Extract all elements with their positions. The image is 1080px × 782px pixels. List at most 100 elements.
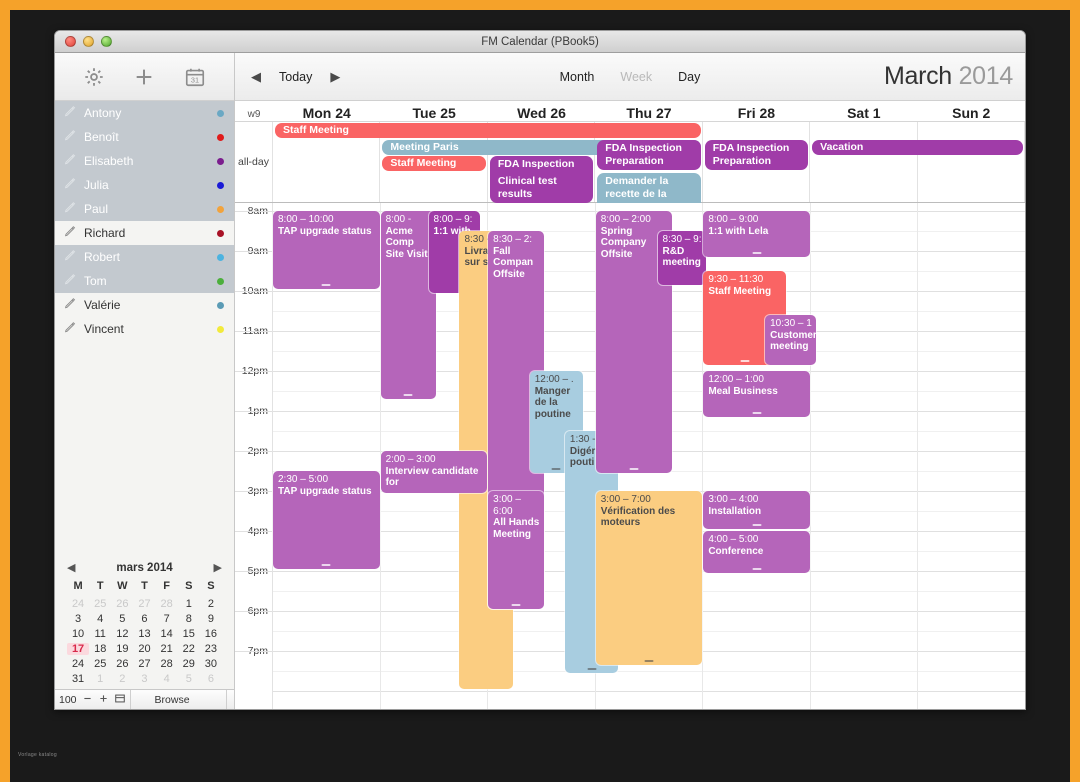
event-resize-handle[interactable]	[321, 564, 331, 566]
mini-calendar-day[interactable]: 13	[133, 628, 155, 640]
person-color-dot[interactable]	[217, 205, 224, 213]
mini-calendar-day[interactable]: 1	[89, 673, 111, 685]
mini-calendar-day[interactable]: 4	[89, 613, 111, 625]
mini-calendar-day[interactable]: 27	[133, 658, 155, 670]
all-day-event[interactable]: Vacation	[812, 139, 1023, 155]
toggle-sidebar-icon[interactable]	[114, 693, 126, 707]
event-resize-handle[interactable]	[752, 252, 762, 254]
day-column-3[interactable]: 8:00 – 2:00 Spring Company Offsite 8:30 – …	[595, 203, 706, 709]
day-header-5[interactable]: Sat 1	[810, 105, 917, 121]
plus-icon[interactable]	[133, 66, 155, 88]
event-resize-handle[interactable]	[644, 660, 654, 662]
event-resize-handle[interactable]	[587, 668, 597, 670]
mini-calendar-day[interactable]: 8	[178, 613, 200, 625]
pencil-icon[interactable]	[63, 129, 77, 146]
day-column-5[interactable]	[810, 203, 919, 709]
day-header-1[interactable]: Tue 25	[380, 105, 487, 121]
person-color-dot[interactable]	[217, 253, 224, 261]
mini-calendar-day[interactable]: 4	[156, 673, 178, 685]
person-color-dot[interactable]	[217, 181, 224, 189]
mini-calendar-day[interactable]: 18	[89, 643, 111, 655]
event-resize-handle[interactable]	[752, 524, 762, 526]
mini-calendar-day[interactable]: 21	[156, 643, 178, 655]
day-header-2[interactable]: Wed 26	[488, 105, 595, 121]
calendar-31-icon[interactable]: 31	[184, 66, 206, 88]
mini-calendar-day[interactable]: 9	[200, 613, 222, 625]
mini-calendar-day[interactable]: 5	[111, 613, 133, 625]
person-row-benoît[interactable]: Benoît	[55, 125, 234, 149]
mini-calendar-day[interactable]: 25	[89, 658, 111, 670]
pencil-icon[interactable]	[63, 273, 77, 290]
event-resize-handle[interactable]	[740, 360, 750, 362]
mini-calendar-day[interactable]: 24	[67, 658, 89, 670]
pencil-icon[interactable]	[63, 321, 77, 338]
day-header-6[interactable]: Sun 2	[918, 105, 1025, 121]
mini-calendar-day[interactable]: 5	[178, 673, 200, 685]
pencil-icon[interactable]	[63, 201, 77, 218]
mini-calendar-day[interactable]: 16	[200, 628, 222, 640]
person-row-elisabeth[interactable]: Elisabeth	[55, 149, 234, 173]
today-button[interactable]: Today	[279, 70, 312, 84]
day-column-4[interactable]: 8:00 – 9:00 1:1 with Lela 9:30 – 11:30 Staf…	[703, 203, 817, 709]
pencil-icon[interactable]	[63, 105, 77, 122]
prev-week-button[interactable]: ◀	[251, 69, 261, 85]
calendar-event[interactable]: 2:00 – 3:00 Interview candidate for	[380, 451, 488, 493]
all-day-event[interactable]: FDA Inspection Preparation	[597, 139, 701, 170]
mini-calendar-day[interactable]: 12	[111, 628, 133, 640]
event-resize-handle[interactable]	[551, 468, 561, 470]
mini-calendar-day[interactable]: 28	[156, 658, 178, 670]
person-color-dot[interactable]	[217, 133, 224, 141]
all-day-event[interactable]: Staff Meeting	[275, 123, 701, 138]
person-row-paul[interactable]: Paul	[55, 197, 234, 221]
calendar-event[interactable]: 4:00 – 5:00 Conference	[703, 531, 810, 573]
pencil-icon[interactable]	[63, 153, 77, 170]
mini-calendar-day[interactable]: 31	[67, 673, 89, 685]
event-resize-handle[interactable]	[752, 568, 762, 570]
mini-calendar-day[interactable]: 20	[133, 643, 155, 655]
mini-calendar-day[interactable]: 10	[67, 628, 89, 640]
mini-calendar-day[interactable]: 23	[200, 643, 222, 655]
mini-calendar-day[interactable]: 25	[89, 598, 111, 610]
mini-calendar-day[interactable]: 2	[200, 598, 222, 610]
mini-calendar-day[interactable]: 6	[200, 673, 222, 685]
next-week-button[interactable]: ▶	[330, 69, 340, 85]
mini-calendar-day[interactable]: 26	[111, 658, 133, 670]
view-tab-week[interactable]: Week	[620, 70, 652, 84]
person-color-dot[interactable]	[217, 229, 224, 237]
person-color-dot[interactable]	[217, 157, 224, 165]
person-row-richard[interactable]: Richard	[55, 221, 234, 245]
mini-calendar-day[interactable]: 15	[178, 628, 200, 640]
pencil-icon[interactable]	[63, 249, 77, 266]
event-resize-handle[interactable]	[511, 604, 521, 606]
day-header-3[interactable]: Thu 27	[595, 105, 702, 121]
event-resize-handle[interactable]	[403, 394, 413, 396]
calendar-event[interactable]: 2:30 – 5:00 TAP upgrade status	[273, 471, 380, 569]
view-tab-day[interactable]: Day	[678, 70, 700, 84]
pencil-icon[interactable]	[63, 225, 77, 242]
event-resize-handle[interactable]	[321, 284, 331, 286]
person-row-antony[interactable]: Antony	[55, 101, 234, 125]
person-color-dot[interactable]	[217, 109, 224, 117]
mini-calendar-day[interactable]: 14	[156, 628, 178, 640]
calendar-event[interactable]: 8:00 – 9:00 1:1 with Lela	[703, 211, 810, 257]
pencil-icon[interactable]	[63, 177, 77, 194]
calendar-event[interactable]: 3:00 – 4:00 Installation	[703, 491, 810, 529]
mini-calendar-today[interactable]: 17	[67, 643, 90, 655]
day-header-4[interactable]: Fri 28	[703, 105, 810, 121]
pencil-icon[interactable]	[63, 297, 77, 314]
mini-calendar-day[interactable]: 7	[156, 613, 178, 625]
zoom-out-icon[interactable]	[82, 693, 93, 707]
event-resize-handle[interactable]	[629, 468, 639, 470]
mini-calendar-prev-arrow[interactable]: ◀	[67, 561, 75, 574]
mini-calendar-day[interactable]: 2	[111, 673, 133, 685]
person-row-vincent[interactable]: Vincent	[55, 317, 234, 341]
mini-calendar-day[interactable]: 24	[67, 598, 89, 610]
person-row-robert[interactable]: Robert	[55, 245, 234, 269]
mini-calendar-day[interactable]: 6	[133, 613, 155, 625]
day-column-6[interactable]	[918, 203, 1025, 709]
person-row-julia[interactable]: Julia	[55, 173, 234, 197]
all-day-cell-6[interactable]	[918, 122, 1025, 202]
all-day-event[interactable]: FDA Inspection Preparation	[704, 139, 809, 170]
view-tab-month[interactable]: Month	[560, 70, 595, 84]
day-column-0[interactable]: 8:00 – 10:00 TAP upgrade status 2:30 – 5:0…	[273, 203, 381, 709]
